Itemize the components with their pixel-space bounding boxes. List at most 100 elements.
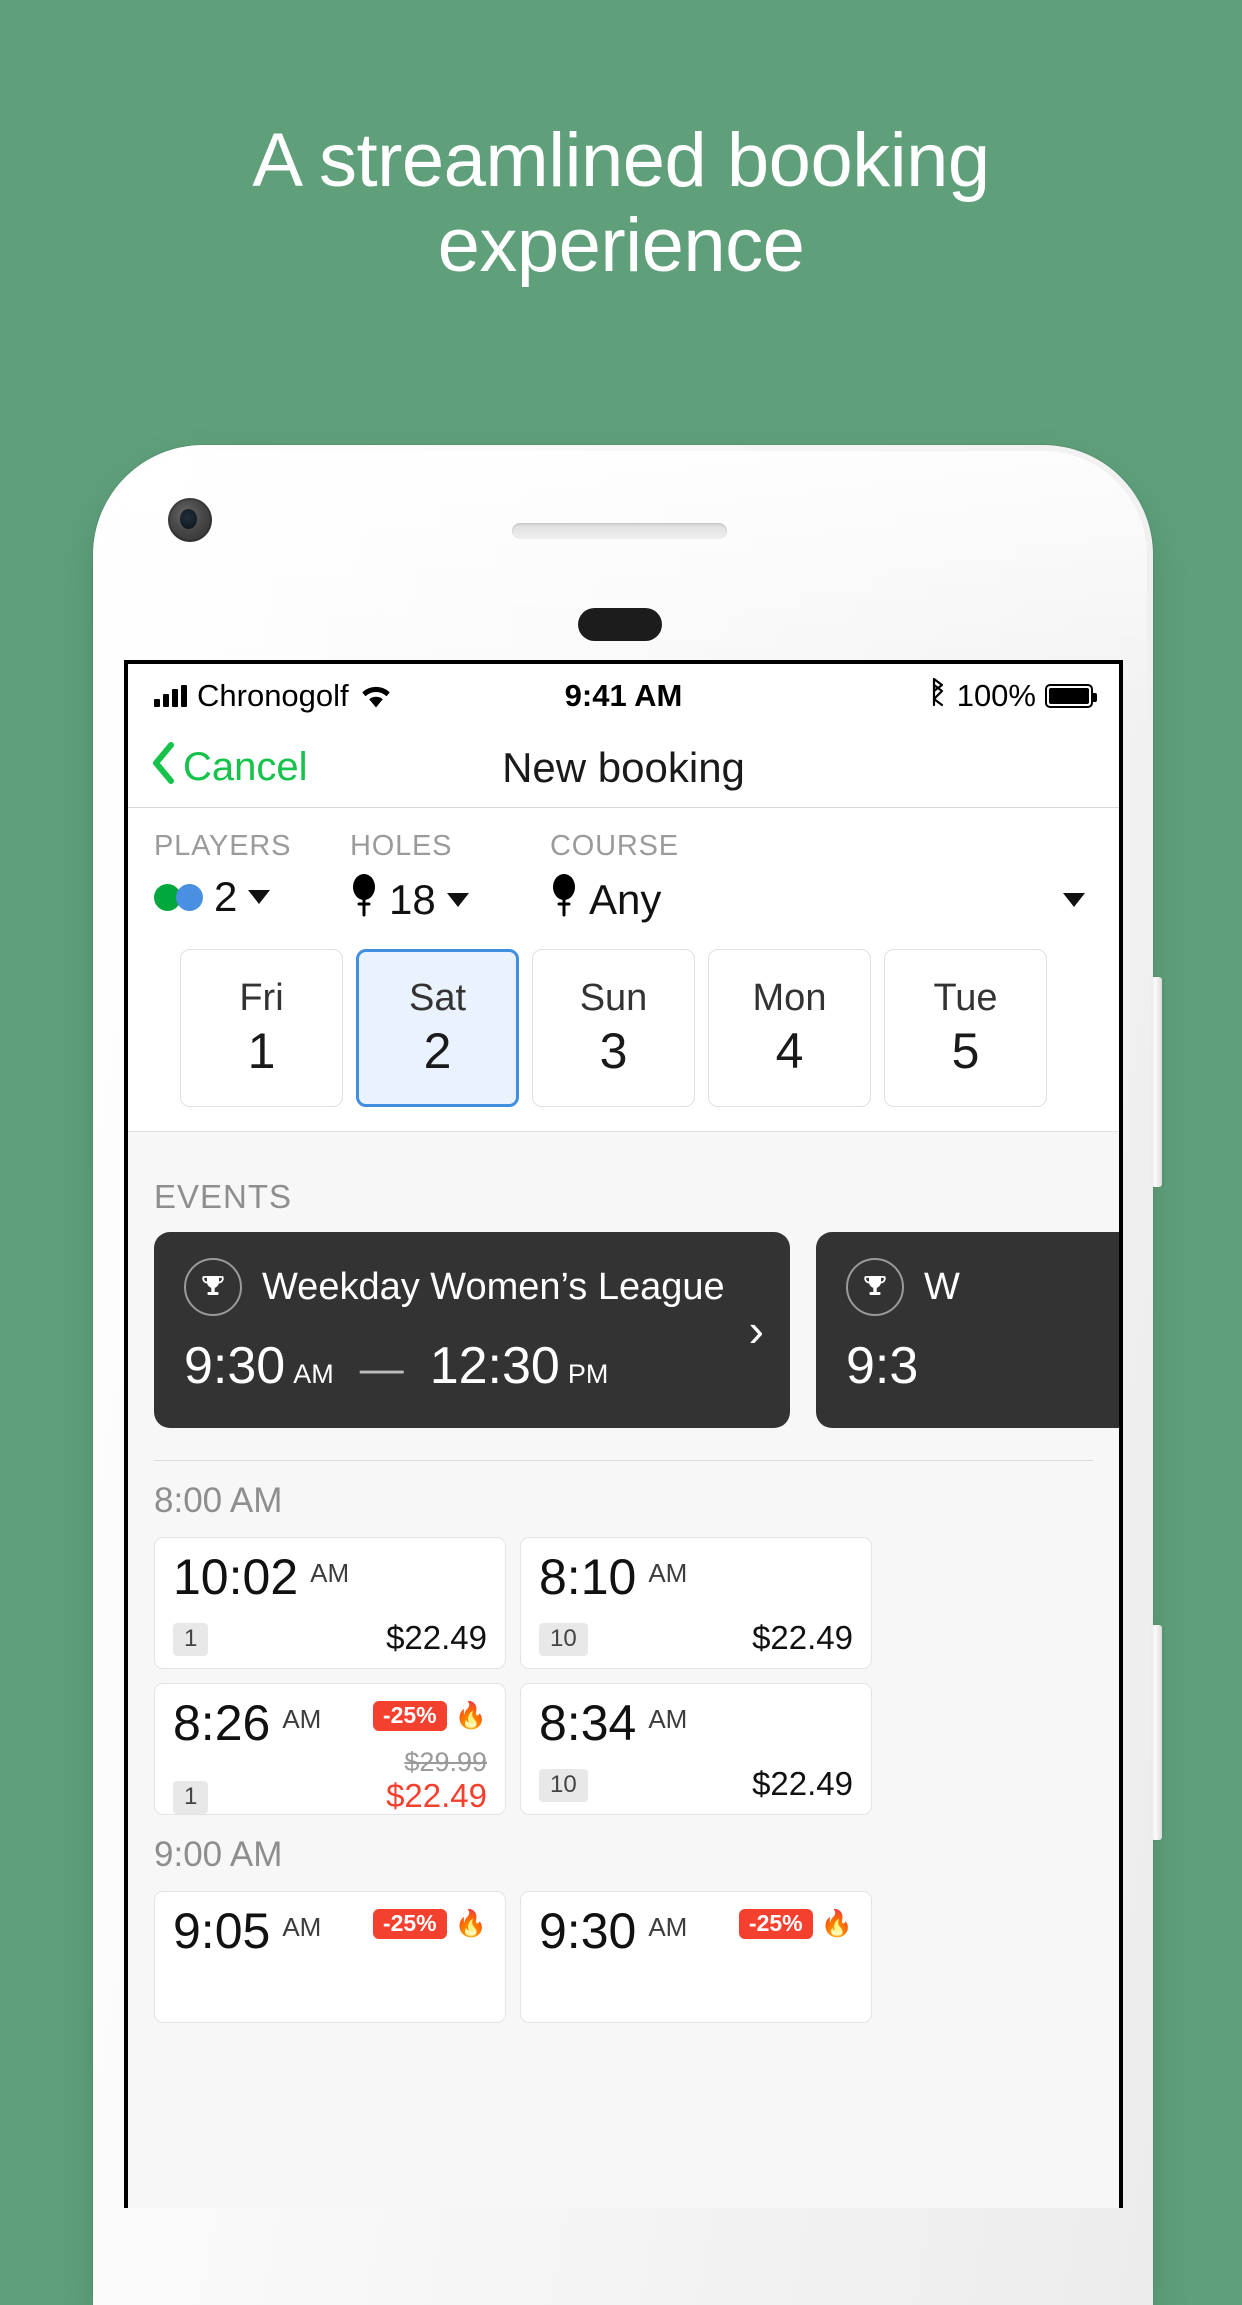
date-chip-dow: Fri: [239, 976, 284, 1019]
tee-card-bottom: 1 $29.99 $22.49: [173, 1748, 487, 1814]
tee-time-card[interactable]: 10:02 AM 1 $22.49: [154, 1537, 506, 1669]
flame-icon: 🔥: [454, 1908, 487, 1938]
tee-time: 9:05: [173, 1903, 271, 1959]
tee-time-card[interactable]: 8:10 AM 10 $22.49: [520, 1537, 872, 1669]
tee-price-wrap: $22.49: [752, 1767, 853, 1802]
front-camera-icon: [168, 498, 212, 542]
tee-time: 8:34: [539, 1695, 637, 1751]
event-card-header: W: [846, 1258, 1119, 1316]
bluetooth-icon: [928, 677, 948, 715]
tee-time-card[interactable]: 8:34 AM 10 $22.49: [520, 1683, 872, 1815]
event-start-time: 9:30: [184, 1337, 286, 1395]
chevron-down-icon[interactable]: [446, 893, 469, 907]
filter-row: PLAYERS 2 HOLES 18 COURSE Any: [154, 830, 1093, 927]
tee-time-card[interactable]: 9:05 AM -25% 🔥: [154, 1891, 506, 2023]
power-button[interactable]: [1151, 977, 1162, 1187]
tee-promo-wrap: -25% 🔥: [372, 1700, 487, 1731]
tee-card-top: 8:34 AM: [539, 1698, 853, 1748]
trophy-icon: [846, 1258, 904, 1316]
date-chip-day: 1: [247, 1022, 276, 1079]
date-chip-sat[interactable]: Sat 2: [356, 949, 519, 1107]
event-card[interactable]: W 9:3: [816, 1232, 1119, 1428]
tee-ampm: AM: [648, 1912, 688, 1942]
tee-time: 10:02: [173, 1549, 299, 1605]
tee-promo-wrap: -25% 🔥: [738, 1908, 853, 1939]
filter-players-value: 2: [214, 873, 238, 920]
tee-qty-badge: 1: [173, 1780, 209, 1814]
tee-group-label-9am: 9:00 AM: [154, 1835, 283, 1874]
date-chip-dow: Mon: [752, 976, 827, 1019]
tee-card-top: 9:05 AM -25% 🔥: [173, 1906, 487, 1956]
phone-screen: Chronogolf 9:41 AM 100% Cancel New booki…: [124, 660, 1123, 2208]
status-bar-right: 100%: [928, 677, 1097, 715]
events-carousel[interactable]: Weekday Women’s League 9:30 AM — 12:30 P…: [128, 1232, 1119, 1428]
tee-price: $22.49: [752, 1765, 853, 1803]
filter-holes-value: 18: [389, 876, 436, 923]
tee-price-wrap: $22.49: [386, 1621, 487, 1656]
discount-badge: -25%: [738, 1908, 813, 1939]
event-start-time: 9:3: [846, 1337, 919, 1395]
date-chip-dow: Sat: [408, 976, 467, 1019]
date-chip-tue[interactable]: Tue 5: [884, 949, 1047, 1107]
tee-qty-badge: 1: [173, 1623, 209, 1656]
chevron-down-icon[interactable]: [1063, 893, 1085, 907]
tee-card-top: 8:10 AM: [539, 1552, 853, 1602]
tee-card-bottom: 1 $22.49: [173, 1621, 487, 1656]
date-chip-day: 3: [599, 1022, 628, 1079]
promo-headline: A streamlined booking experience: [0, 118, 1242, 288]
event-card[interactable]: Weekday Women’s League 9:30 AM — 12:30 P…: [154, 1232, 790, 1428]
tee-card-bottom: 10 $22.49: [539, 1767, 853, 1802]
booking-filters: PLAYERS 2 HOLES 18 COURSE Any Fri 1 Sat …: [128, 808, 1119, 1131]
tee-time-card[interactable]: 8:26 AM -25% 🔥 1 $29.99 $22.49: [154, 1683, 506, 1815]
filter-holes-label: HOLES: [350, 830, 453, 862]
tee-card-top: 10:02 AM: [173, 1552, 487, 1602]
chevron-right-icon[interactable]: ›: [749, 1303, 764, 1357]
chevron-down-icon[interactable]: [248, 890, 271, 904]
volume-button[interactable]: [1151, 1625, 1162, 1840]
headline-line-1: A streamlined booking: [252, 118, 990, 203]
cancel-button-label: Cancel: [183, 745, 308, 789]
tee-ampm: AM: [310, 1558, 350, 1588]
tee-time: 8:10: [539, 1549, 637, 1605]
event-end-ampm: PM: [567, 1359, 609, 1389]
filter-players-value-wrap: 2: [154, 873, 350, 921]
date-chip-fri[interactable]: Fri 1: [180, 949, 343, 1107]
tee-price-wrap: $22.49: [752, 1621, 853, 1656]
tee-qty-badge: 10: [539, 1623, 588, 1656]
tee-time-grid-9am: 9:05 AM -25% 🔥 9:30 AM -25% 🔥: [128, 1891, 1119, 2023]
date-chip-day: 5: [951, 1022, 980, 1079]
tee-group-label-8am: 8:00 AM: [154, 1481, 283, 1520]
date-chip-dow: Tue: [933, 976, 998, 1019]
tee-price: $22.49: [386, 1619, 487, 1657]
status-bar-left: Chronogolf: [154, 678, 393, 714]
date-chip-day: 2: [423, 1022, 452, 1079]
signal-bars-icon: [154, 685, 187, 707]
discount-badge: -25%: [372, 1908, 447, 1939]
carrier-label: Chronogolf: [197, 678, 349, 713]
tee-promo-wrap: -25% 🔥: [372, 1908, 487, 1939]
booking-content: EVENTS Weekday Women’s League 9:30 AM — …: [128, 1131, 1119, 2208]
tee-time: 9:30: [539, 1903, 637, 1959]
player-dots-icon: [154, 883, 203, 911]
date-selector[interactable]: Fri 1 Sat 2 Sun 3 Mon 4 Tue 5: [154, 927, 1093, 1131]
cancel-button[interactable]: Cancel: [150, 741, 308, 795]
event-card-title: Weekday Women’s League: [262, 1265, 725, 1308]
headline-line-2: experience: [437, 203, 805, 289]
filter-players[interactable]: PLAYERS 2: [154, 830, 350, 921]
date-chip-sun[interactable]: Sun 3: [532, 949, 695, 1107]
filter-course[interactable]: COURSE Any: [550, 830, 1093, 927]
tee-card-top: 9:30 AM -25% 🔥: [539, 1906, 853, 1956]
date-chip-mon[interactable]: Mon 4: [708, 949, 871, 1107]
event-end-time: 12:30: [429, 1337, 560, 1395]
event-card-time-range: 9:30 AM — 12:30 PM: [184, 1336, 762, 1396]
navigation-bar: Cancel New booking: [128, 728, 1119, 808]
filter-holes[interactable]: HOLES 18: [350, 830, 550, 927]
tee-time-card[interactable]: 9:30 AM -25% 🔥: [520, 1891, 872, 2023]
flame-icon: 🔥: [454, 1700, 487, 1730]
tee-price: $22.49: [752, 1619, 853, 1657]
chevron-left-icon: [150, 741, 176, 795]
event-time-separator: —: [359, 1344, 404, 1393]
event-start-ampm: AM: [293, 1359, 334, 1389]
filter-course-value-wrap: Any: [550, 873, 1093, 927]
tee-qty-badge: 10: [539, 1769, 588, 1802]
